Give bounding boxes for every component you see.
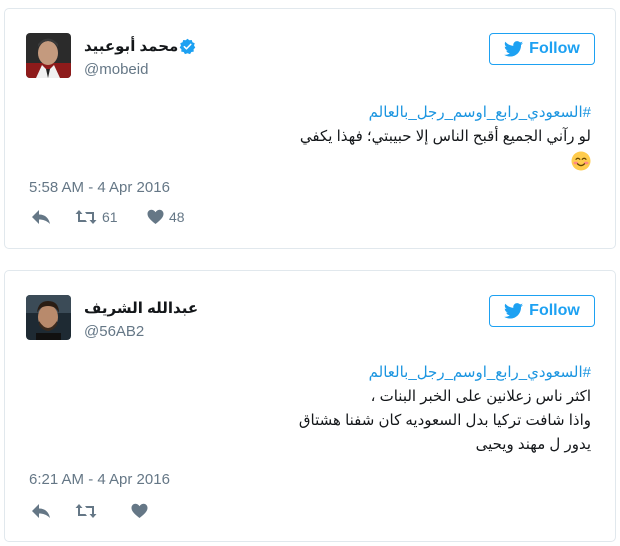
hashtag-link[interactable]: #السعودي_رابع_اوسم_رجل_بالعالم — [369, 364, 591, 381]
heart-icon — [147, 209, 164, 224]
retweet-icon — [75, 504, 97, 518]
retweet-count: 61 — [102, 209, 118, 225]
verified-badge-icon — [179, 38, 196, 55]
twitter-bird-icon — [504, 41, 524, 57]
like-button[interactable] — [131, 503, 148, 519]
tweet-card: عبدالله الشريف @56AB2 Follow #السعودي_را… — [4, 270, 616, 542]
tweet-text: #السعودي_رابع_اوسم_رجل_بالعالم لو رآني ا… — [300, 101, 591, 175]
follow-button[interactable]: Follow — [489, 295, 595, 327]
retweet-button[interactable] — [75, 503, 97, 519]
reply-button[interactable] — [31, 209, 51, 225]
tweet-card: محمد أبوعبيد @mobeid Follow #السعودي_راب… — [4, 8, 616, 249]
retweet-button[interactable]: 61 — [75, 209, 118, 225]
smiling-face-with-blush-icon — [571, 151, 591, 171]
twitter-bird-icon — [504, 303, 524, 319]
tweet-text-line: اكثر ناس زعلانين على الخبر البنات ، — [370, 388, 591, 405]
follow-button-label: Follow — [529, 40, 580, 57]
display-name[interactable]: محمد أبوعبيد — [84, 37, 178, 55]
reply-button[interactable] — [31, 503, 51, 519]
like-count: 48 — [169, 209, 185, 225]
tweet-text: #السعودي_رابع_اوسم_رجل_بالعالم اكثر ناس … — [299, 361, 591, 457]
tweet-text-line: يدور ل مهند ويحيى — [475, 436, 591, 453]
like-button[interactable]: 48 — [147, 209, 185, 225]
tweet-text-line: واذا شافت تركيا بدل السعوديه كان شفنا هش… — [298, 412, 591, 429]
avatar[interactable] — [26, 295, 71, 340]
retweet-icon — [75, 210, 97, 224]
user-handle[interactable]: @mobeid — [84, 61, 148, 78]
hashtag-link[interactable]: #السعودي_رابع_اوسم_رجل_بالعالم — [369, 104, 591, 121]
tweet-text-line: لو رآني الجميع أقبح الناس إلا حبيبتي؛ فه… — [299, 128, 591, 145]
tweet-timestamp[interactable]: 6:21 AM - 4 Apr 2016 — [29, 471, 170, 488]
avatar[interactable] — [26, 33, 71, 78]
heart-icon — [131, 503, 148, 518]
follow-button-label: Follow — [529, 302, 580, 319]
user-handle[interactable]: @56AB2 — [84, 323, 144, 340]
tweet-timestamp[interactable]: 5:58 AM - 4 Apr 2016 — [29, 179, 170, 196]
reply-icon — [32, 210, 50, 224]
reply-icon — [32, 504, 50, 518]
follow-button[interactable]: Follow — [489, 33, 595, 65]
display-name[interactable]: عبدالله الشريف — [84, 299, 198, 317]
